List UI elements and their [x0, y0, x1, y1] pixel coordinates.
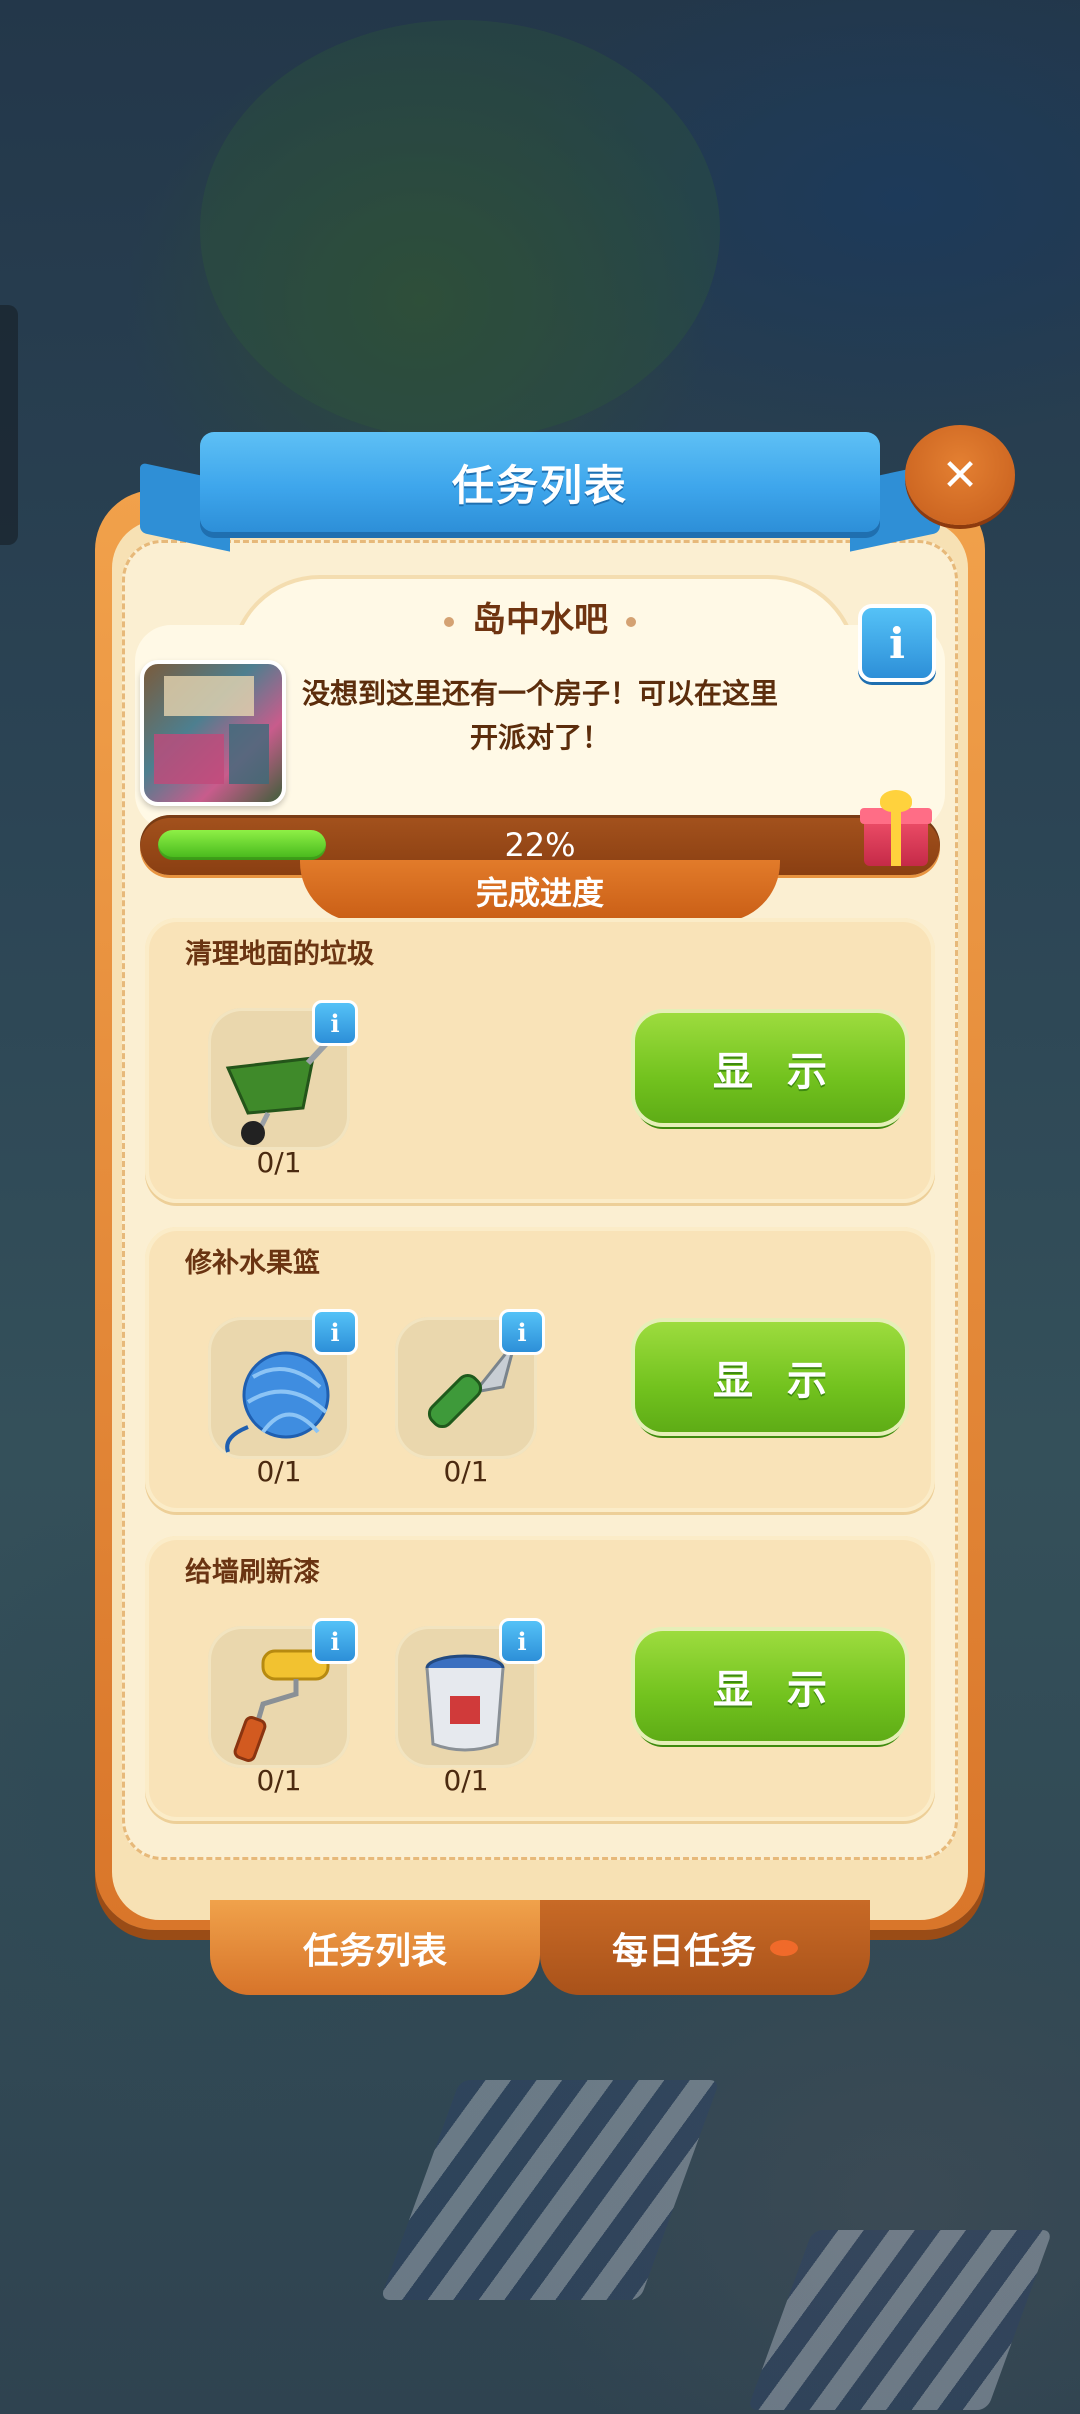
item-count: 0/1	[443, 1764, 489, 1797]
bottom-tab-bar: 任务列表 每日任务	[210, 1900, 870, 1995]
room-thumbnail	[140, 660, 286, 806]
tab-task-list[interactable]: 任务列表	[210, 1900, 540, 1995]
area-info-button[interactable]: i	[858, 604, 936, 682]
show-button[interactable]: 显示	[635, 1631, 905, 1741]
task-card: 清理地面的垃圾 i 0/1 显示	[145, 918, 935, 1203]
task-card: 修补水果篮 i 0/1 i 0/1 显示	[145, 1227, 935, 1512]
deck-chair-decoration	[379, 2080, 721, 2300]
deck-chair-decoration-2	[747, 2230, 1053, 2410]
close-icon: ✕	[941, 449, 979, 501]
item-info-icon[interactable]: i	[499, 1618, 545, 1664]
progress-label: 完成进度	[475, 874, 604, 912]
item-info-icon[interactable]: i	[312, 1618, 358, 1664]
task-item[interactable]: i	[395, 1618, 545, 1768]
tab-label: 每日任务	[611, 1930, 756, 1972]
item-count: 0/1	[256, 1764, 302, 1797]
item-info-icon[interactable]: i	[499, 1309, 545, 1355]
show-button[interactable]: 显示	[635, 1322, 905, 1432]
side-handle[interactable]	[0, 305, 18, 545]
item-count: 0/1	[443, 1455, 489, 1488]
item-info-icon[interactable]: i	[312, 1309, 358, 1355]
tab-daily-tasks[interactable]: 每日任务	[540, 1900, 870, 1995]
panel-title: 任务列表	[451, 460, 628, 510]
show-button[interactable]: 显示	[635, 1013, 905, 1123]
item-info-icon[interactable]: i	[312, 1000, 358, 1046]
task-title: 给墙刷新漆	[185, 1557, 320, 1588]
palm-tree-decoration	[200, 20, 720, 440]
task-title: 修补水果篮	[185, 1248, 320, 1279]
task-item[interactable]: i	[208, 1309, 358, 1459]
task-card: 给墙刷新漆 i 0/1 i 0/1 显示	[145, 1536, 935, 1821]
item-count: 0/1	[256, 1146, 302, 1179]
task-item[interactable]: i	[395, 1309, 545, 1459]
close-button[interactable]: ✕	[905, 425, 1015, 525]
item-count: 0/1	[256, 1455, 302, 1488]
task-item[interactable]: i	[208, 1618, 358, 1768]
notification-badge	[770, 1939, 798, 1956]
reward-gift-icon[interactable]	[860, 790, 932, 868]
info-icon: i	[889, 618, 905, 668]
task-title: 清理地面的垃圾	[185, 939, 374, 970]
area-description: 没想到这里还有一个房子！可以在这里开派对了！	[301, 677, 778, 754]
title-banner: 任务列表	[140, 432, 940, 552]
task-item[interactable]: i	[208, 1000, 358, 1150]
tab-label: 任务列表	[302, 1930, 447, 1972]
